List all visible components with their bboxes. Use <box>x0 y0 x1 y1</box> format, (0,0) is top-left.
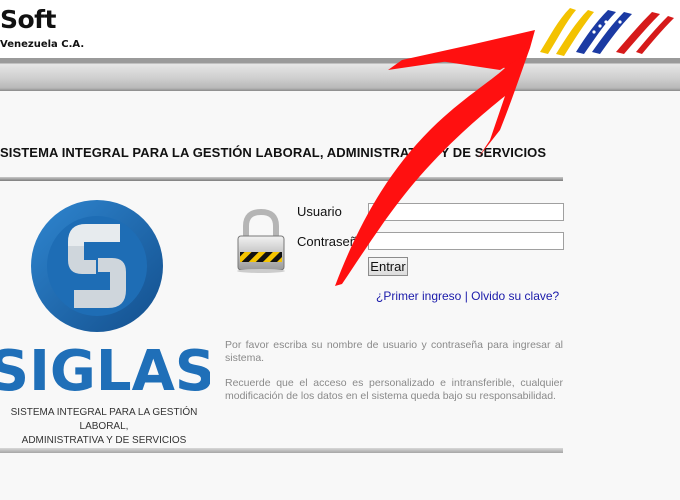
header: Soft Venezuela C.A. <box>0 0 680 58</box>
siglas-tagline: SISTEMA INTEGRAL PARA LA GESTIÓN LABORAL… <box>0 406 208 448</box>
siglas-wordmark: SIGLAS <box>0 339 210 404</box>
password-input[interactable] <box>368 232 564 250</box>
username-input[interactable] <box>368 203 564 221</box>
brand-subtitle: Venezuela C.A. <box>0 39 85 50</box>
divider-bottom <box>0 448 563 453</box>
help-text-1: Por favor escriba su nombre de usuario y… <box>225 339 563 364</box>
divider-top <box>0 177 563 181</box>
help-links: ¿Primer ingreso | Olvido su clave? <box>376 289 559 303</box>
forgot-password-link[interactable]: Olvido su clave? <box>471 289 559 303</box>
first-login-link[interactable]: ¿Primer ingreso <box>376 289 461 303</box>
tagline-line-1: SISTEMA INTEGRAL PARA LA GESTIÓN LABORAL… <box>10 407 198 432</box>
page-title: SISTEMA INTEGRAL PARA LA GESTIÓN LABORAL… <box>0 145 547 160</box>
tagline-line-2: ADMINISTRATIVA Y DE SERVICIOS <box>21 435 187 446</box>
siglas-logo: SIGLAS <box>0 200 210 404</box>
top-bar <box>0 58 680 91</box>
password-label: Contraseña <box>297 234 365 249</box>
brand-name: Soft <box>0 5 57 34</box>
login-button[interactable]: Entrar <box>368 257 408 276</box>
username-label: Usuario <box>297 204 342 219</box>
venezuela-flag-logo <box>540 8 674 56</box>
help-text-2: Recuerde que el acceso es personalizado … <box>225 377 563 402</box>
padlock-icon <box>237 208 285 273</box>
link-separator: | <box>464 289 468 303</box>
